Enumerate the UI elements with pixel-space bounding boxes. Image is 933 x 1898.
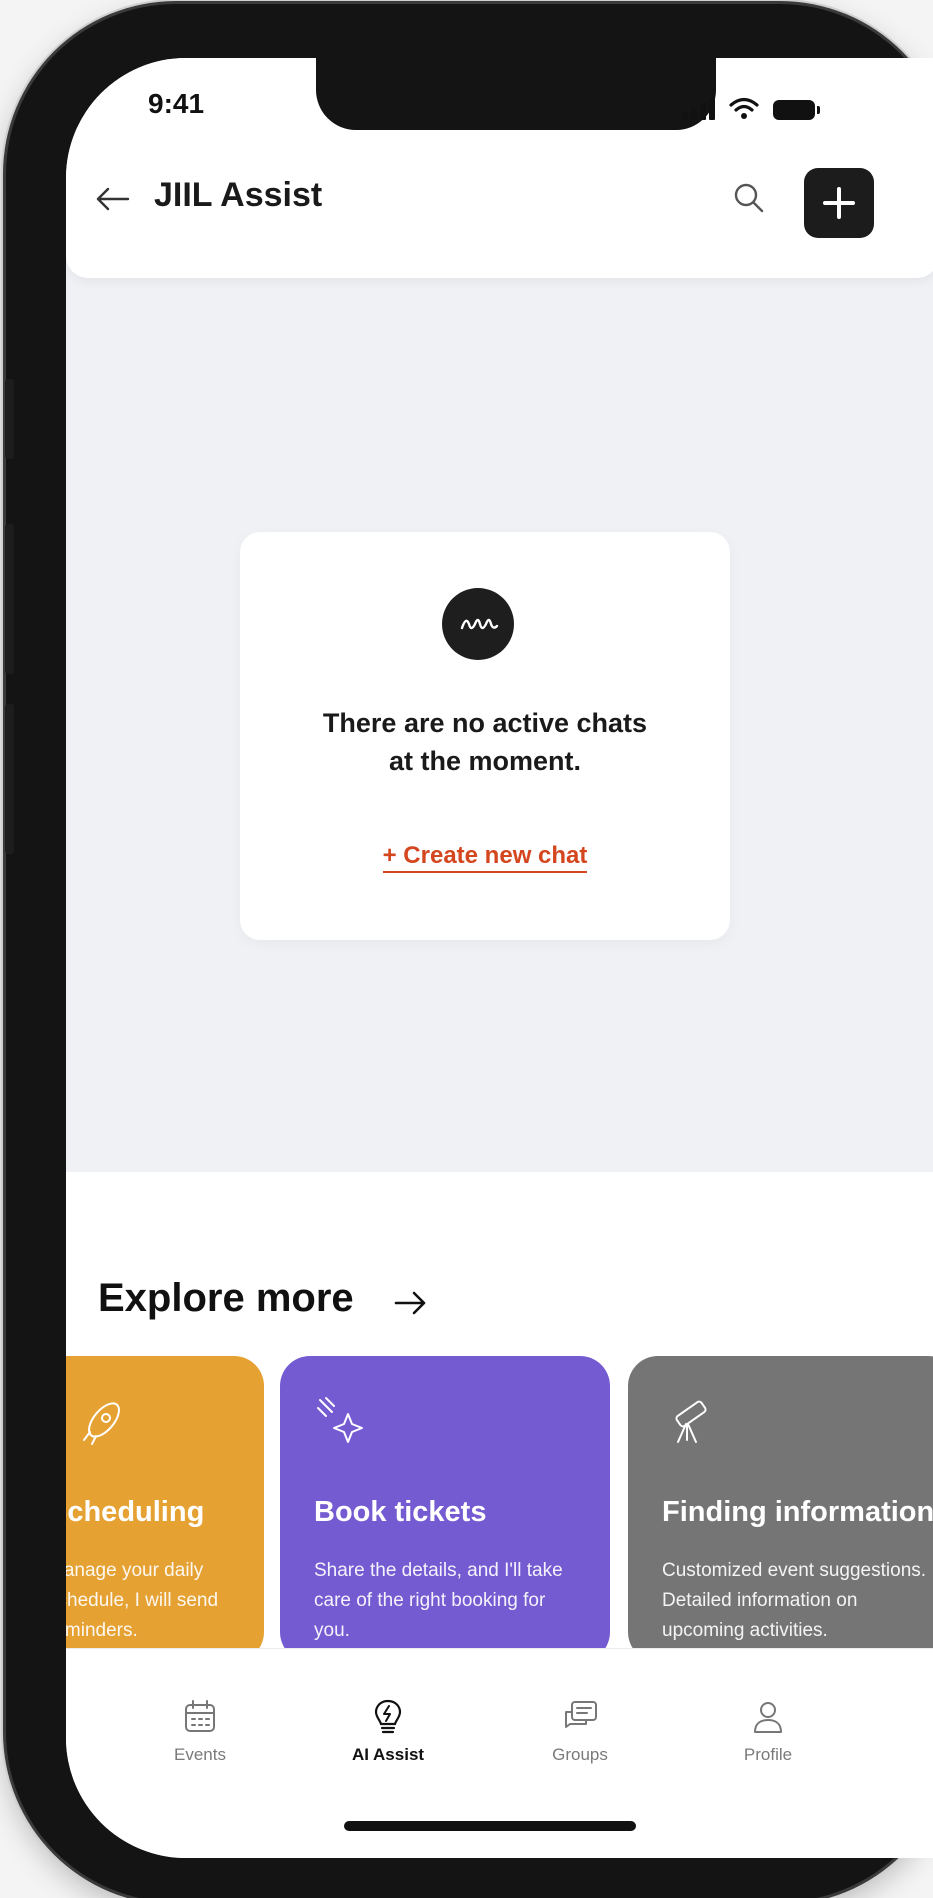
telescope-icon bbox=[675, 1400, 707, 1443]
empty-state-line-2: at the moment. bbox=[388, 746, 582, 776]
tab-profile[interactable]: Profile bbox=[698, 1697, 838, 1765]
explore-section: Explore more Scheduling Manage your dail… bbox=[66, 1172, 933, 1662]
wifi-icon bbox=[729, 97, 759, 119]
tab-label: AI Assist bbox=[351, 1745, 425, 1764]
phone-volume-down-button bbox=[5, 704, 14, 854]
battery-icon bbox=[773, 100, 820, 120]
tab-label: Profile bbox=[743, 1745, 793, 1764]
cellular-signal-icon bbox=[682, 98, 715, 120]
phone-frame: JIIL Assist 9:41 There are no active cha… bbox=[5, 4, 933, 1898]
new-chat-button[interactable] bbox=[804, 168, 874, 238]
page-title: JIIL Assist bbox=[154, 176, 323, 214]
tab-ai-assist[interactable]: AI Assist bbox=[318, 1697, 458, 1765]
search-icon[interactable] bbox=[731, 180, 767, 216]
tab-label: Events bbox=[174, 1745, 226, 1764]
card-title: Book tickets bbox=[314, 1496, 487, 1528]
page: JIIL Assist 9:41 There are no active cha… bbox=[0, 0, 933, 1898]
tab-label: Groups bbox=[552, 1745, 608, 1764]
lightbulb-icon bbox=[374, 1699, 402, 1734]
rocket-icon bbox=[83, 1402, 120, 1445]
tab-events[interactable]: Events bbox=[130, 1697, 270, 1765]
phone-side-button bbox=[5, 379, 14, 459]
explore-title: Explore more bbox=[98, 1276, 354, 1320]
explore-card-finding-information[interactable]: Finding information Customized event sug… bbox=[628, 1356, 933, 1662]
card-title: Finding information bbox=[662, 1496, 933, 1528]
plus-icon bbox=[823, 187, 855, 219]
arrow-right-icon[interactable] bbox=[394, 1290, 428, 1316]
explore-card-scheduling[interactable]: Scheduling Manage your daily schedule, I… bbox=[66, 1356, 264, 1662]
home-indicator bbox=[344, 1821, 636, 1831]
card-title: Scheduling bbox=[66, 1496, 205, 1528]
bottom-tab-bar: Events AI Assist Groups Profile bbox=[66, 1648, 933, 1858]
person-icon bbox=[754, 1702, 782, 1733]
card-description: Share the details, and I'll take care of… bbox=[314, 1560, 563, 1641]
chat-bubbles-icon bbox=[565, 1701, 597, 1728]
jiil-logo-icon bbox=[442, 588, 514, 660]
phone-screen: JIIL Assist 9:41 There are no active cha… bbox=[66, 58, 933, 1858]
card-description: Manage your daily schedule, I will send … bbox=[66, 1560, 219, 1641]
calendar-icon bbox=[185, 1700, 215, 1732]
create-chat-link-wrap: + Create new chat bbox=[240, 842, 730, 873]
create-new-chat-link[interactable]: + Create new chat bbox=[382, 842, 588, 873]
status-icons bbox=[682, 96, 820, 120]
phone-notch bbox=[316, 58, 716, 130]
card-description: Customized event suggestions. Detailed i… bbox=[662, 1560, 927, 1641]
status-time: 9:41 bbox=[148, 88, 205, 119]
phone-volume-up-button bbox=[5, 524, 14, 674]
sparkle-icon bbox=[317, 1397, 363, 1443]
empty-state-message: There are no active chats at the moment. bbox=[240, 704, 730, 780]
explore-card-book-tickets[interactable]: Book tickets Share the details, and I'll… bbox=[280, 1356, 610, 1662]
empty-state-line-1: There are no active chats bbox=[322, 708, 648, 738]
back-arrow-icon[interactable] bbox=[94, 184, 130, 214]
empty-chats-card: There are no active chats at the moment.… bbox=[240, 532, 730, 940]
tab-groups[interactable]: Groups bbox=[510, 1697, 650, 1765]
